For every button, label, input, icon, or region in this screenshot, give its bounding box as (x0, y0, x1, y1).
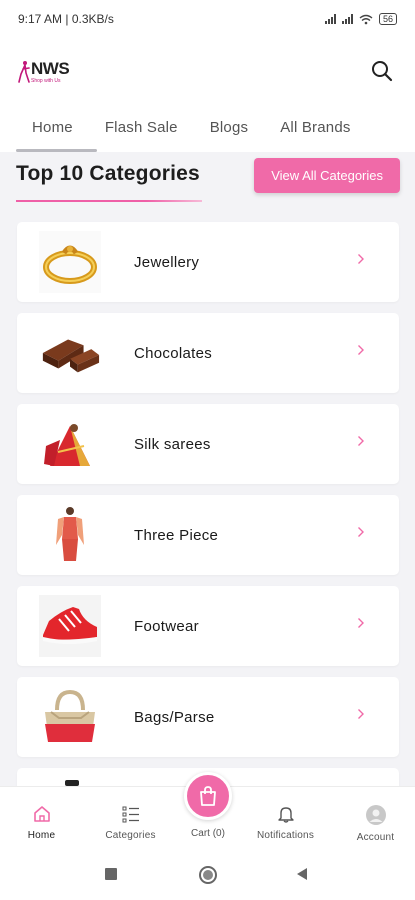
category-card-footwear[interactable]: Footwear (17, 586, 399, 666)
logo-subtext: Shop with Us (31, 77, 61, 84)
category-label: Footwear (134, 617, 199, 635)
logo-text: NWS (31, 58, 70, 78)
wifi-icon (359, 14, 373, 24)
search-icon (372, 61, 393, 82)
chevron-right-icon (358, 345, 364, 355)
chevron-right-icon (358, 436, 364, 446)
ring-image (39, 231, 101, 293)
status-time: 9:17 AM | 0.3KB/s (18, 12, 114, 26)
status-speed: 0.3KB/s (71, 12, 114, 26)
category-label: Jewellery (134, 253, 200, 271)
search-button[interactable] (367, 56, 397, 86)
tab-home[interactable]: Home (16, 111, 97, 152)
system-nav-bar (0, 850, 415, 900)
nav-notifications[interactable]: Notifications (244, 787, 327, 851)
section-title: Top 10 Categories (16, 162, 200, 185)
tab-blogs[interactable]: Blogs (194, 111, 265, 146)
square-icon (105, 868, 117, 880)
category-label: Chocolates (134, 344, 213, 362)
category-label: Three Piece (134, 526, 219, 544)
shopping-bag-icon (200, 786, 216, 806)
chevron-right-icon (358, 254, 364, 264)
category-card-jewellery[interactable]: Jewellery (17, 222, 399, 302)
nav-notifications-label: Notifications (256, 830, 315, 841)
category-card-chocolates[interactable]: Chocolates (17, 313, 399, 393)
category-list: Jewellery Chocolates Silk sarees Three P… (17, 222, 399, 819)
nav-categories-label: Categories (105, 830, 156, 841)
nav-categories[interactable]: Categories (89, 787, 172, 851)
home-icon (33, 806, 50, 822)
avatar-icon (365, 805, 386, 825)
category-card-bags[interactable]: Bags/Parse (17, 677, 399, 757)
status-separator: | (65, 12, 69, 26)
section-header: Top 10 Categories View All Categories (0, 152, 415, 212)
view-all-categories-button[interactable]: View All Categories (254, 158, 400, 193)
nav-home[interactable]: Home (0, 787, 83, 851)
cart-button[interactable] (184, 772, 232, 820)
app-logo[interactable]: NWS Shop with Us (18, 58, 70, 84)
status-icons: 56 (324, 13, 397, 25)
saree-image (39, 413, 101, 475)
bell-icon (277, 807, 294, 823)
title-underline (16, 200, 202, 202)
nav-account[interactable]: Account (334, 787, 415, 851)
home-system-button[interactable] (198, 865, 218, 890)
top-tabs: Home Flash Sale Blogs All Brands (0, 104, 415, 152)
logo-figure-icon (18, 60, 30, 83)
circle-icon (199, 866, 217, 884)
battery-icon: 56 (378, 13, 397, 25)
back-system-button[interactable] (295, 867, 309, 886)
chevron-right-icon (358, 618, 364, 628)
signal-icon (341, 14, 353, 24)
tab-flash-sale[interactable]: Flash Sale (89, 111, 194, 146)
nav-home-label: Home (27, 830, 56, 841)
signal-icon (324, 14, 336, 24)
app-header: NWS Shop with Us (0, 38, 415, 104)
nav-account-label: Account (356, 832, 395, 843)
handbag-image (39, 686, 101, 748)
tab-all-brands[interactable]: All Brands (264, 111, 366, 146)
chevron-right-icon (358, 527, 364, 537)
category-card-three-piece[interactable]: Three Piece (17, 495, 399, 575)
list-icon (122, 806, 139, 823)
status-clock: 9:17 AM (18, 12, 63, 26)
three-piece-image (39, 504, 101, 566)
back-triangle-icon (297, 868, 307, 880)
chocolate-image (39, 322, 101, 384)
sneaker-image (39, 595, 101, 657)
category-card-silk-sarees[interactable]: Silk sarees (17, 404, 399, 484)
status-bar: 9:17 AM | 0.3KB/s 56 (0, 0, 415, 38)
recent-apps-button[interactable] (104, 867, 118, 886)
nav-cart-label: Cart (0) (191, 828, 225, 839)
chevron-right-icon (358, 709, 364, 719)
category-label: Bags/Parse (134, 708, 215, 726)
category-label: Silk sarees (134, 435, 211, 453)
